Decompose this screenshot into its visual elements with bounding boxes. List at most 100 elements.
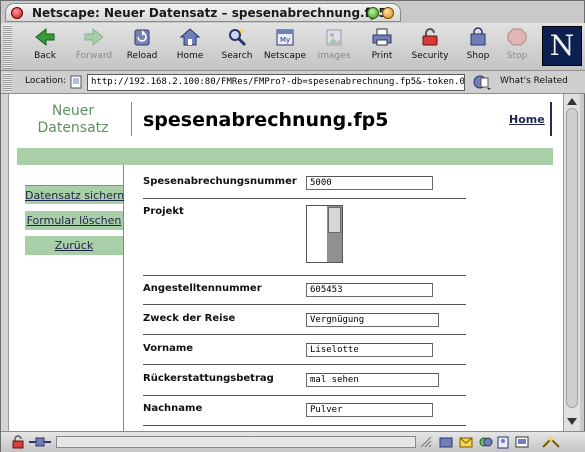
field-label-project: Projekt [143,206,184,217]
whats-related-label[interactable]: What's Related [500,76,568,86]
project-list-scroll-thumb[interactable] [328,207,341,233]
images-button[interactable]: Images [310,27,358,67]
stop-icon [507,28,527,46]
project-list-scrollbar[interactable] [327,206,342,262]
netscape-logo[interactable]: N [542,26,582,66]
toolbar-grip-handle[interactable] [3,25,12,69]
home-link-divider [550,102,552,136]
page-content: Neuer Datensatz spesenabrechnung.fp5 Hom… [9,94,563,431]
images-icon [326,29,342,46]
form-row-separator [143,395,466,396]
location-toolbar-grip-handle[interactable] [3,73,12,92]
back-button[interactable]: Back [21,27,69,67]
header-divider [131,102,132,136]
window-title: Netscape: Neuer Datensatz – spesenabrech… [32,6,387,20]
images-button-label: Images [317,51,351,61]
home-button-label: Home [176,51,204,61]
scroll-down-arrow-icon[interactable] [567,418,577,425]
refund-amount-input[interactable]: mal sehen [306,373,439,387]
mail-component-icon[interactable] [459,435,473,449]
url-input[interactable]: http://192.168.2.100:80/FMRes/FMPro?-db=… [87,74,465,91]
save-record-link[interactable]: Datensatz sichern [25,185,124,204]
last-name-input[interactable]: Pulver [306,403,433,417]
clear-form-link[interactable]: Formular löschen [25,211,123,230]
connection-status-icon [29,437,51,447]
loading-progress-bar [56,436,416,448]
status-grip-icon [420,436,432,448]
my-netscape-button[interactable]: My Netscape [261,27,309,67]
field-label-expense-number: Spesenabrechungsnummer [143,176,297,187]
reload-button-label: Reload [126,51,158,61]
search-button[interactable]: Search [213,27,261,67]
page-heading-new-record: Neuer Datensatz [37,103,109,136]
page-proxy-icon[interactable] [69,75,83,89]
print-button-label: Print [371,51,393,61]
back-arrow-icon [35,27,55,47]
reload-icon [134,29,150,46]
stop-button-label: Stop [506,51,528,61]
database-title: spesenabrechnung.fp5 [143,109,389,131]
search-button-label: Search [221,51,253,61]
security-button-label: Security [411,51,449,61]
project-list-box[interactable] [306,205,343,263]
forward-arrow-icon [84,27,104,47]
field-label-first-name: Vorname [143,343,194,354]
bookmarks-status-icon[interactable] [541,435,561,449]
nav-divider [123,165,124,431]
trip-purpose-input[interactable]: Vergnügung [306,313,439,327]
zoom-button[interactable] [367,7,379,19]
security-lock-icon [422,28,438,46]
navigation-toolbar: Back Forward Reload Home Search My Netsc… [1,23,585,71]
shop-button-label: Shop [466,51,490,61]
shop-icon [470,27,486,46]
scroll-thumb[interactable] [566,108,578,408]
header-band [17,148,553,165]
form-row-separator [143,334,466,335]
form-row-separator [143,275,466,276]
first-name-input[interactable]: Liselotte [306,343,433,357]
composer-component-icon[interactable] [515,435,529,449]
status-bar [1,431,585,452]
security-button[interactable]: Security [406,27,454,67]
employee-number-input[interactable]: 605453 [306,283,433,297]
location-toolbar: Location: http://192.168.2.100:80/FMRes/… [1,71,585,94]
reload-button[interactable]: Reload [118,27,166,67]
home-button[interactable]: Home [166,27,214,67]
field-label-trip-purpose: Zweck der Reise [143,313,236,324]
location-label: Location: [25,76,67,86]
svg-text:My: My [280,36,290,44]
form-row-separator [143,304,466,305]
whats-related-icon[interactable] [473,74,491,91]
forward-button-label: Forward [75,51,113,61]
form-row-separator [143,364,466,365]
browser-window: Netscape: Neuer Datensatz – spesenabrech… [0,0,585,452]
navigator-component-icon[interactable] [439,435,453,449]
forward-button[interactable]: Forward [70,27,118,67]
my-netscape-icon: My [276,29,294,46]
home-icon [179,28,201,46]
collapse-button[interactable] [382,7,394,19]
my-netscape-button-label: Netscape [263,51,307,61]
field-label-employee-number: Angestelltennummer [143,283,262,294]
form-row-separator [143,198,466,199]
scroll-up-arrow-icon[interactable] [567,98,577,105]
newsgroups-component-icon[interactable] [479,435,493,449]
title-bar[interactable]: Netscape: Neuer Datensatz – spesenabrech… [5,3,401,22]
back-button-label: Back [34,51,56,61]
close-button[interactable] [11,7,23,19]
security-lock-status-icon[interactable] [11,435,25,449]
search-icon [229,29,247,47]
expense-number-input[interactable]: 5000 [306,176,433,190]
vertical-scrollbar[interactable] [563,94,580,431]
stop-button[interactable]: Stop [502,27,532,67]
home-link[interactable]: Home [509,113,545,126]
address-book-component-icon[interactable] [496,435,510,449]
form-row-separator [143,425,466,426]
shop-button[interactable]: Shop [454,27,502,67]
field-label-refund-amount: Rückerstattungsbetrag [143,373,274,384]
back-link[interactable]: Zurück [25,236,123,255]
print-button[interactable]: Print [358,27,406,67]
sidebar-tab-strip[interactable] [1,94,9,431]
print-icon [372,28,392,46]
field-label-last-name: Nachname [143,403,203,414]
